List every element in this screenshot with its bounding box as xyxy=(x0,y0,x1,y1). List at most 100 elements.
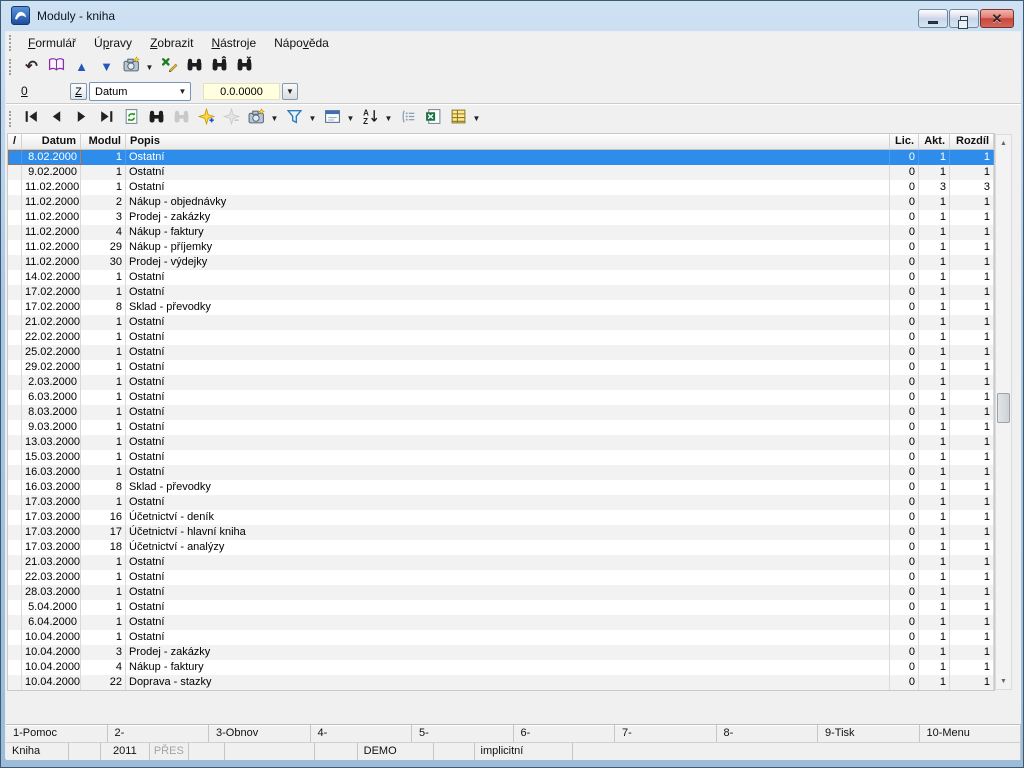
sort-indicator-header[interactable]: / xyxy=(8,134,22,150)
table-row[interactable]: 11.02.2000 2 Nákup - objednávky 0 1 1 xyxy=(8,195,994,210)
table-row[interactable]: 14.02.2000 1 Ostatní 0 1 1 xyxy=(8,270,994,285)
vertical-scrollbar[interactable]: ▲ ▼ xyxy=(995,134,1012,690)
camera-dropdown-button[interactable]: ▼ xyxy=(144,56,155,78)
table-row[interactable]: 8.03.2000 1 Ostatní 0 1 1 xyxy=(8,405,994,420)
camera-button[interactable] xyxy=(245,107,268,130)
table-row[interactable]: 22.02.2000 1 Ostatní 0 1 1 xyxy=(8,330,994,345)
value-filter-input[interactable]: 0.0.0000 xyxy=(203,83,280,100)
column-header-datum[interactable]: Datum xyxy=(22,134,81,150)
arrow-up-button[interactable]: ▲ xyxy=(70,56,93,78)
table-row[interactable]: 16.03.2000 8 Sklad - převodky 0 1 1 xyxy=(8,480,994,495)
binoculars-up-button[interactable] xyxy=(208,55,231,78)
sort-az-button[interactable]: AZ xyxy=(359,108,382,130)
refresh-button[interactable] xyxy=(120,108,143,130)
table-row[interactable]: 17.03.2000 17 Účetnictví - hlavní kniha 0 1 1 xyxy=(8,525,994,540)
table-row[interactable]: 17.02.2000 1 Ostatní 0 1 1 xyxy=(8,285,994,300)
value-filter-dropdown-button[interactable]: ▼ xyxy=(282,83,298,100)
cell xyxy=(8,660,22,675)
minimize-button[interactable] xyxy=(918,9,948,28)
menu-item-upravy[interactable]: Úpravy xyxy=(85,33,141,53)
scroll-down-button[interactable]: ▼ xyxy=(996,673,1011,689)
camera-button[interactable] xyxy=(120,56,143,78)
close-button[interactable]: ✕ xyxy=(980,9,1014,28)
table-row[interactable]: 11.02.2000 29 Nákup - příjemky 0 1 1 xyxy=(8,240,994,255)
table-row[interactable]: 15.03.2000 1 Ostatní 0 1 1 xyxy=(8,450,994,465)
filter-button[interactable] xyxy=(283,108,306,130)
table-row[interactable]: 11.02.2000 30 Prodej - výdejky 0 1 1 xyxy=(8,255,994,270)
fkey-10-menu[interactable]: 10-Menu xyxy=(920,725,1021,742)
list-button[interactable] xyxy=(397,108,420,130)
table-row[interactable]: 29.02.2000 1 Ostatní 0 1 1 xyxy=(8,360,994,375)
table-row[interactable]: 10.04.2000 22 Doprava - stazky 0 1 1 xyxy=(8,675,994,690)
scrollbar-thumb[interactable] xyxy=(997,393,1010,423)
table-row[interactable]: 9.03.2000 1 Ostatní 0 1 1 xyxy=(8,420,994,435)
table-row[interactable]: 2.03.2000 1 Ostatní 0 1 1 xyxy=(8,375,994,390)
grid-dropdown-button[interactable]: ▼ xyxy=(471,108,482,130)
fkey-5[interactable]: 5- xyxy=(412,725,514,742)
arrow-down-button[interactable]: ▼ xyxy=(95,56,118,78)
table-row[interactable]: 8.02.2000 1 Ostatní 0 1 1 xyxy=(8,150,994,165)
z-button[interactable]: Z xyxy=(70,83,87,100)
table-row[interactable]: 6.03.2000 1 Ostatní 0 1 1 xyxy=(8,390,994,405)
table-row[interactable]: 11.02.2000 3 Prodej - zakázky 0 1 1 xyxy=(8,210,994,225)
table-row[interactable]: 25.02.2000 1 Ostatní 0 1 1 xyxy=(8,345,994,360)
table-row[interactable]: 17.02.2000 8 Sklad - převodky 0 1 1 xyxy=(8,300,994,315)
grid-button[interactable] xyxy=(447,108,470,130)
table-row[interactable]: 10.04.2000 1 Ostatní 0 1 1 xyxy=(8,630,994,645)
table-row[interactable]: 10.04.2000 4 Nákup - faktury 0 1 1 xyxy=(8,660,994,675)
menu-item-nastroje[interactable]: Nástroje xyxy=(202,33,265,53)
table-row[interactable]: 10.04.2000 3 Prodej - zakázky 0 1 1 xyxy=(8,645,994,660)
star-add-button[interactable] xyxy=(195,107,218,130)
fkey-4[interactable]: 4- xyxy=(311,725,412,742)
cell: 1 xyxy=(919,360,950,375)
table-row[interactable]: 13.03.2000 1 Ostatní 0 1 1 xyxy=(8,435,994,450)
column-header-lic[interactable]: Lic. xyxy=(890,134,919,150)
book-button[interactable] xyxy=(45,56,68,78)
table-row[interactable]: 28.03.2000 1 Ostatní 0 1 1 xyxy=(8,585,994,600)
binoculars-button[interactable] xyxy=(145,108,168,130)
table-row[interactable]: 11.02.2000 1 Ostatní 0 3 3 xyxy=(8,180,994,195)
filter-dropdown-button[interactable]: ▼ xyxy=(307,108,318,130)
fkey-6[interactable]: 6- xyxy=(514,725,615,742)
sort-az-dropdown-button[interactable]: ▼ xyxy=(383,108,394,130)
form-button[interactable] xyxy=(321,108,344,130)
table-row[interactable]: 5.04.2000 1 Ostatní 0 1 1 xyxy=(8,600,994,615)
fkey-1-pomoc[interactable]: 1-Pomoc xyxy=(6,725,108,742)
sort-field-select[interactable]: Datum ▼ xyxy=(89,82,191,101)
column-header-rozdil[interactable]: Rozdíl xyxy=(950,134,994,150)
binoculars-next-button[interactable] xyxy=(233,56,256,78)
column-header-popis[interactable]: Popis xyxy=(126,134,890,150)
fkey-2[interactable]: 2- xyxy=(108,725,209,742)
table-row[interactable]: 6.04.2000 1 Ostatní 0 1 1 xyxy=(8,615,994,630)
table-row[interactable]: 17.03.2000 16 Účetnictví - deník 0 1 1 xyxy=(8,510,994,525)
excel-button[interactable] xyxy=(422,108,445,130)
table-row[interactable]: 11.02.2000 4 Nákup - faktury 0 1 1 xyxy=(8,225,994,240)
table-row[interactable]: 22.03.2000 1 Ostatní 0 1 1 xyxy=(8,570,994,585)
binoculars-button[interactable] xyxy=(183,56,206,78)
scroll-up-button[interactable]: ▲ xyxy=(996,135,1011,151)
undo-button[interactable]: ↶ xyxy=(20,56,43,78)
restore-button[interactable] xyxy=(949,9,979,29)
nav-last-button[interactable] xyxy=(95,108,118,130)
nav-next-button[interactable] xyxy=(70,108,93,130)
table-row[interactable]: 21.03.2000 1 Ostatní 0 1 1 xyxy=(8,555,994,570)
form-dropdown-button[interactable]: ▼ xyxy=(345,108,356,130)
fkey-9-tisk[interactable]: 9-Tisk xyxy=(818,725,920,742)
nav-prev-button[interactable] xyxy=(45,108,68,130)
table-row[interactable]: 17.03.2000 18 Účetnictví - analýzy 0 1 1 xyxy=(8,540,994,555)
menu-item-formular[interactable]: Formulář xyxy=(19,33,85,53)
menu-item-napoveda[interactable]: Nápověda xyxy=(265,33,338,53)
column-header-akt[interactable]: Akt. xyxy=(919,134,950,150)
table-row[interactable]: 17.03.2000 1 Ostatní 0 1 1 xyxy=(8,495,994,510)
menu-item-zobrazit[interactable]: Zobrazit xyxy=(141,33,202,53)
fkey-7[interactable]: 7- xyxy=(615,725,717,742)
table-row[interactable]: 16.03.2000 1 Ostatní 0 1 1 xyxy=(8,465,994,480)
nav-first-button[interactable] xyxy=(20,108,43,130)
table-row[interactable]: 9.02.2000 1 Ostatní 0 1 1 xyxy=(8,165,994,180)
column-header-modul[interactable]: Modul xyxy=(81,134,126,150)
table-row[interactable]: 21.02.2000 1 Ostatní 0 1 1 xyxy=(8,315,994,330)
fkey-3-obnov[interactable]: 3-Obnov xyxy=(209,725,311,742)
camera-dropdown-button[interactable]: ▼ xyxy=(269,108,280,130)
edit-x-button[interactable] xyxy=(158,56,181,78)
fkey-8[interactable]: 8- xyxy=(717,725,818,742)
